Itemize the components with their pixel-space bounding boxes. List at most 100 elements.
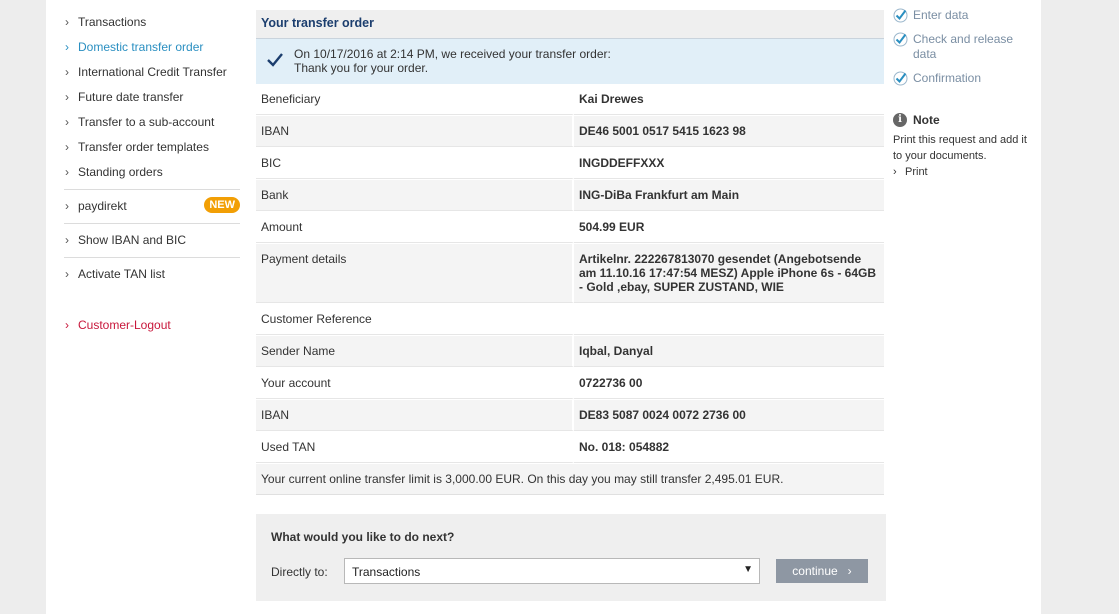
next-action-question: What would you like to do next?: [271, 530, 455, 544]
note-heading: i Note: [893, 112, 1033, 128]
step-check-icon: [893, 71, 908, 86]
sidebar-item-label: Show IBAN and BIC: [78, 233, 187, 247]
select-value: Transactions: [352, 565, 421, 579]
detail-row-customer-reference: Customer Reference: [256, 304, 884, 336]
detail-row-your-account: Your account 0722736 00: [256, 368, 884, 400]
progress-steps: Enter data Check and release data Confir…: [893, 8, 1033, 95]
detail-value: 0722736 00: [574, 368, 884, 399]
detail-value: Iqbal, Danyal: [574, 336, 884, 367]
detail-row-sender-name: Sender Name Iqbal, Danyal: [256, 336, 884, 368]
chevron-right-icon: ›: [841, 564, 852, 578]
detail-value: DE46 5001 0517 5415 1623 98: [574, 116, 884, 147]
chevron-right-icon: ›: [65, 199, 69, 213]
detail-row-used-tan: Used TAN No. 018: 054882: [256, 432, 884, 464]
detail-label: Customer Reference: [256, 304, 574, 335]
panel-title: Your transfer order: [256, 10, 884, 39]
confirmation-text: On 10/17/2016 at 2:14 PM, we received yo…: [294, 47, 611, 75]
detail-row-payment-details: Payment details Artikelnr. 222267813070 …: [256, 244, 884, 304]
chevron-right-icon: ›: [65, 40, 69, 54]
detail-label: BIC: [256, 148, 574, 179]
detail-label: Sender Name: [256, 336, 574, 367]
transfer-order-panel: Your transfer order On 10/17/2016 at 2:1…: [256, 10, 886, 601]
sidebar-item-paydirekt[interactable]: › paydirekt NEW: [64, 194, 240, 219]
continue-button[interactable]: continue ›: [776, 559, 868, 583]
directly-to-label: Directly to:: [271, 565, 328, 579]
next-action-box: What would you like to do next? Directly…: [256, 514, 886, 601]
chevron-right-icon: ›: [65, 90, 69, 104]
new-badge: NEW: [204, 197, 240, 213]
detail-label: IBAN: [256, 400, 574, 431]
sidebar-item-label: paydirekt: [78, 199, 127, 213]
confirmation-line-1: On 10/17/2016 at 2:14 PM, we received yo…: [294, 47, 611, 61]
detail-label: Beneficiary: [256, 84, 574, 115]
sidebar-item-transactions[interactable]: › Transactions: [64, 10, 240, 35]
note-title: Note: [913, 113, 940, 127]
detail-value: 504.99 EUR: [574, 212, 884, 243]
sidebar-item-label: Transactions: [78, 15, 147, 29]
detail-label: IBAN: [256, 116, 574, 147]
detail-label: Payment details: [256, 244, 574, 303]
sidebar-item-label: Customer-Logout: [78, 318, 171, 332]
step-check-icon: [893, 32, 908, 47]
chevron-right-icon: ›: [65, 115, 69, 129]
sidebar-item-label: Transfer to a sub-account: [78, 115, 215, 129]
transfer-limit-text: Your current online transfer limit is 3,…: [256, 464, 884, 495]
sidebar-item-sub-account-transfer[interactable]: › Transfer to a sub-account: [64, 110, 240, 135]
detail-label: Bank: [256, 180, 574, 211]
step-label: Check and release data: [913, 32, 1014, 61]
detail-label: Your account: [256, 368, 574, 399]
sidebar-item-logout[interactable]: › Customer-Logout: [64, 313, 240, 338]
sidebar-item-activate-tan[interactable]: › Activate TAN list: [64, 262, 240, 287]
detail-value: [574, 304, 884, 335]
detail-value: Kai Drewes: [574, 84, 884, 115]
sidebar-item-future-date-transfer[interactable]: › Future date transfer: [64, 85, 240, 110]
divider: [64, 257, 240, 258]
detail-row-amount: Amount 504.99 EUR: [256, 212, 884, 244]
detail-value: INGDDEFFXXX: [574, 148, 884, 179]
step-enter-data: Enter data: [893, 8, 1033, 23]
detail-row-sender-iban: IBAN DE83 5087 0024 0072 2736 00: [256, 400, 884, 432]
confirmation-line-2: Thank you for your order.: [294, 61, 429, 75]
directly-to-select[interactable]: Transactions ▼: [344, 558, 760, 584]
chevron-right-icon: ›: [65, 267, 69, 281]
detail-value: DE83 5087 0024 0072 2736 00: [574, 400, 884, 431]
chevron-right-icon: ›: [65, 165, 69, 179]
checkmark-icon: [267, 53, 283, 67]
continue-label: continue: [792, 564, 838, 578]
detail-value: Artikelnr. 222267813070 gesendet (Angebo…: [574, 244, 884, 303]
step-check-icon: [893, 8, 908, 23]
note-body: Print this request and add it to your do…: [893, 134, 1027, 162]
info-icon: i: [893, 113, 907, 127]
sidebar-item-show-iban-bic[interactable]: › Show IBAN and BIC: [64, 228, 240, 253]
sidebar-item-standing-orders[interactable]: › Standing orders: [64, 160, 240, 185]
divider: [64, 189, 240, 190]
sidebar-item-label: Future date transfer: [78, 90, 184, 104]
detail-row-beneficiary: Beneficiary Kai Drewes: [256, 84, 884, 116]
detail-label: Amount: [256, 212, 574, 243]
print-label: Print: [905, 166, 928, 178]
chevron-right-icon: ›: [65, 15, 69, 29]
confirmation-banner: On 10/17/2016 at 2:14 PM, we received yo…: [256, 39, 884, 84]
step-check-release: Check and release data: [893, 32, 1033, 62]
chevron-right-icon: ›: [65, 318, 69, 332]
dropdown-arrow-icon: ▼: [743, 564, 753, 575]
sidebar-item-label: Domestic transfer order: [78, 40, 204, 54]
sidebar-item-domestic-transfer[interactable]: › Domestic transfer order: [64, 35, 240, 60]
detail-row-bic: BIC INGDDEFFXXX: [256, 148, 884, 180]
sidebar-item-order-templates[interactable]: › Transfer order templates: [64, 135, 240, 160]
print-link[interactable]: › Print: [893, 166, 1033, 178]
detail-value: No. 018: 054882: [574, 432, 884, 463]
step-label: Enter data: [913, 8, 969, 22]
chevron-right-icon: ›: [65, 233, 69, 247]
divider: [64, 223, 240, 224]
detail-row-bank: Bank ING-DiBa Frankfurt am Main: [256, 180, 884, 212]
step-confirmation: Confirmation: [893, 71, 1033, 86]
chevron-right-icon: ›: [893, 166, 897, 178]
sidebar-item-label: International Credit Transfer: [78, 65, 227, 79]
sidebar-item-international-transfer[interactable]: › International Credit Transfer: [64, 60, 240, 85]
sidebar-item-label: Transfer order templates: [78, 140, 209, 154]
sidebar-item-label: Activate TAN list: [78, 267, 165, 281]
sidebar-item-label: Standing orders: [78, 165, 163, 179]
sidebar-nav: › Transactions › Domestic transfer order…: [64, 10, 240, 338]
chevron-right-icon: ›: [65, 65, 69, 79]
